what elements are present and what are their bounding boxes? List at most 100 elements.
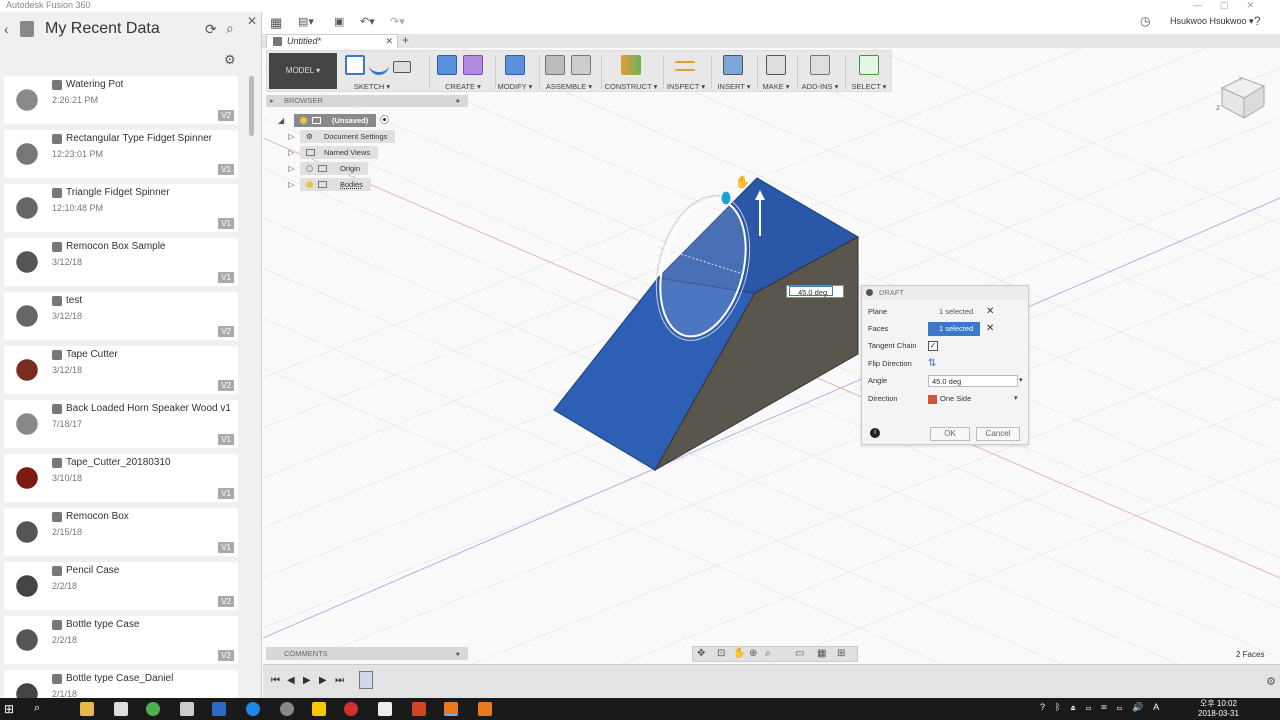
list-item[interactable]: Back Loaded Horn Speaker Wood v1 7/18/17 V…: [4, 400, 238, 448]
fusion360-icon[interactable]: [444, 702, 458, 716]
ok-button[interactable]: OK: [930, 427, 970, 441]
comments-panel[interactable]: COMMENTS ●: [266, 647, 468, 660]
press-pull-icon[interactable]: [505, 55, 525, 75]
sketch-menu[interactable]: SKETCH ▾: [341, 82, 403, 91]
visibility-bulb-icon[interactable]: [306, 165, 313, 172]
list-item[interactable]: Tape_Cutter_20180310 3/10/18 V1: [4, 454, 238, 502]
timeline-settings-icon[interactable]: ⚙: [1266, 675, 1276, 688]
browser-header[interactable]: ▸ BROWSER ●: [266, 95, 468, 107]
line-icon[interactable]: [369, 55, 389, 75]
document-app-icon[interactable]: [180, 702, 194, 716]
go-to-start-icon[interactable]: ⏮: [271, 675, 280, 686]
construct-group[interactable]: CONSTRUCT ▾: [603, 53, 659, 91]
start-icon[interactable]: ⊞: [4, 702, 18, 716]
select-icon[interactable]: [859, 55, 879, 75]
flip-direction-icon[interactable]: ⇅: [928, 356, 936, 372]
assemble-group[interactable]: ASSEMBLE ▾: [541, 53, 597, 91]
form-icon[interactable]: [463, 55, 483, 75]
edge-icon[interactable]: [246, 702, 260, 716]
cancel-button[interactable]: Cancel: [976, 427, 1020, 441]
scrollbar[interactable]: [249, 76, 254, 136]
modify-menu[interactable]: MODIFY ▾: [495, 82, 535, 91]
direction-dropdown-icon[interactable]: ▾: [1014, 391, 1018, 407]
clear-plane-icon[interactable]: ✕: [986, 304, 994, 320]
app-icon[interactable]: [478, 702, 492, 716]
list-item[interactable]: Tape Cutter 3/12/18 V2: [4, 346, 238, 394]
viewport-canvas[interactable]: ✋: [263, 48, 1280, 664]
angle-input[interactable]: 45.0 deg: [928, 375, 1018, 387]
plane-selector[interactable]: 1 selected: [928, 305, 980, 319]
save-icon[interactable]: ▣: [334, 15, 344, 28]
rectangle-icon[interactable]: [393, 61, 411, 73]
step-back-icon[interactable]: ◀: [287, 675, 295, 686]
make-group[interactable]: MAKE ▾: [759, 53, 793, 91]
list-item[interactable]: Watering Pot 2:26:21 PM V2: [4, 76, 238, 124]
play-icon[interactable]: ▶: [303, 675, 311, 686]
tree-node-label[interactable]: Document Settings: [300, 130, 396, 143]
opera-icon[interactable]: [344, 702, 358, 716]
modify-group[interactable]: MODIFY ▾: [495, 53, 535, 91]
list-item[interactable]: Bottle type Case 2/2/18 V2: [4, 616, 238, 664]
info-icon[interactable]: i: [870, 428, 880, 438]
model-viewport[interactable]: ✋: [263, 48, 1280, 664]
viewports-icon[interactable]: ⊞: [837, 649, 847, 659]
system-tray[interactable]: ? ᛒ ⏏ ▭ ✉ ▭ 🔊 A: [1040, 702, 1159, 713]
visibility-bulb-icon[interactable]: [306, 181, 313, 188]
browser-pin-icon[interactable]: ●: [455, 95, 460, 107]
job-status-icon[interactable]: ◷: [1140, 14, 1150, 28]
undo-icon[interactable]: ↶▾: [360, 15, 375, 28]
list-item[interactable]: Pencil Case 2/2/18 V2: [4, 562, 238, 610]
assemble-menu[interactable]: ASSEMBLE ▾: [541, 82, 597, 91]
create-sketch-icon[interactable]: [345, 55, 365, 75]
collapse-arrow-icon[interactable]: ◢: [278, 114, 284, 127]
expand-arrow-icon[interactable]: ▷: [288, 146, 294, 159]
create-menu[interactable]: CREATE ▾: [433, 82, 493, 91]
clear-faces-icon[interactable]: ✕: [986, 321, 994, 337]
angle-handle[interactable]: [720, 190, 732, 206]
direction-select[interactable]: One Side: [940, 391, 971, 407]
scripts-icon[interactable]: [810, 55, 830, 75]
pan-icon[interactable]: ✋: [733, 649, 745, 659]
window-controls[interactable]: —▢✕: [1193, 0, 1272, 11]
redo-icon[interactable]: ↷▾: [390, 15, 405, 28]
3d-print-icon[interactable]: [766, 55, 786, 75]
collapse-icon[interactable]: ▸: [270, 95, 274, 107]
insert-menu[interactable]: INSERT ▾: [713, 82, 755, 91]
expand-arrow-icon[interactable]: ▷: [288, 162, 294, 175]
list-item[interactable]: Rectangular Type Fidget Spinner 12:23:01 …: [4, 130, 238, 178]
go-to-end-icon[interactable]: ⏭: [335, 675, 344, 686]
inspect-menu[interactable]: INSPECT ▾: [665, 82, 707, 91]
notes-icon[interactable]: [378, 702, 392, 716]
expand-arrow-icon[interactable]: ▷: [288, 178, 294, 191]
visibility-bulb-icon[interactable]: [300, 117, 307, 124]
construct-menu[interactable]: CONSTRUCT ▾: [603, 82, 659, 91]
comments-pin-icon[interactable]: ●: [455, 647, 460, 660]
offset-plane-icon[interactable]: [621, 55, 641, 75]
display-settings-icon[interactable]: ▭: [795, 649, 805, 659]
chrome-icon[interactable]: [146, 702, 160, 716]
joint-icon[interactable]: [571, 55, 591, 75]
file-explorer-icon[interactable]: [80, 702, 94, 716]
step-forward-icon[interactable]: ▶: [319, 675, 327, 686]
project-icon[interactable]: [20, 21, 34, 37]
add-ins-group[interactable]: ADD-INS ▾: [799, 53, 841, 91]
inspect-group[interactable]: INSPECT ▾: [665, 53, 707, 91]
data-panel-toggle-icon[interactable]: ▦: [270, 15, 282, 31]
gear-icon[interactable]: ⚙: [224, 52, 236, 68]
workspace-switcher[interactable]: MODEL ▾: [269, 53, 337, 89]
measure-icon[interactable]: [675, 61, 695, 71]
look-at-icon[interactable]: ⊡: [717, 649, 727, 659]
chat-icon[interactable]: [312, 702, 326, 716]
zoom-icon[interactable]: ⊕: [749, 649, 759, 659]
orbit-icon[interactable]: ✥: [697, 649, 707, 659]
draft-dialog-header[interactable]: DRAFT: [862, 286, 1028, 300]
taskbar-clock[interactable]: 오후 10:02 2018-03-31: [1198, 699, 1239, 719]
make-menu[interactable]: MAKE ▾: [759, 82, 793, 91]
new-component-icon[interactable]: [545, 55, 565, 75]
help-icon[interactable]: ?: [1254, 14, 1261, 28]
tangent-chain-checkbox[interactable]: ✓: [928, 341, 938, 351]
list-item[interactable]: test 3/12/18 V2: [4, 292, 238, 340]
viewcube[interactable]: Y Z: [1216, 70, 1274, 122]
expand-arrow-icon[interactable]: ▷: [288, 130, 294, 143]
outlook-icon[interactable]: [212, 702, 226, 716]
